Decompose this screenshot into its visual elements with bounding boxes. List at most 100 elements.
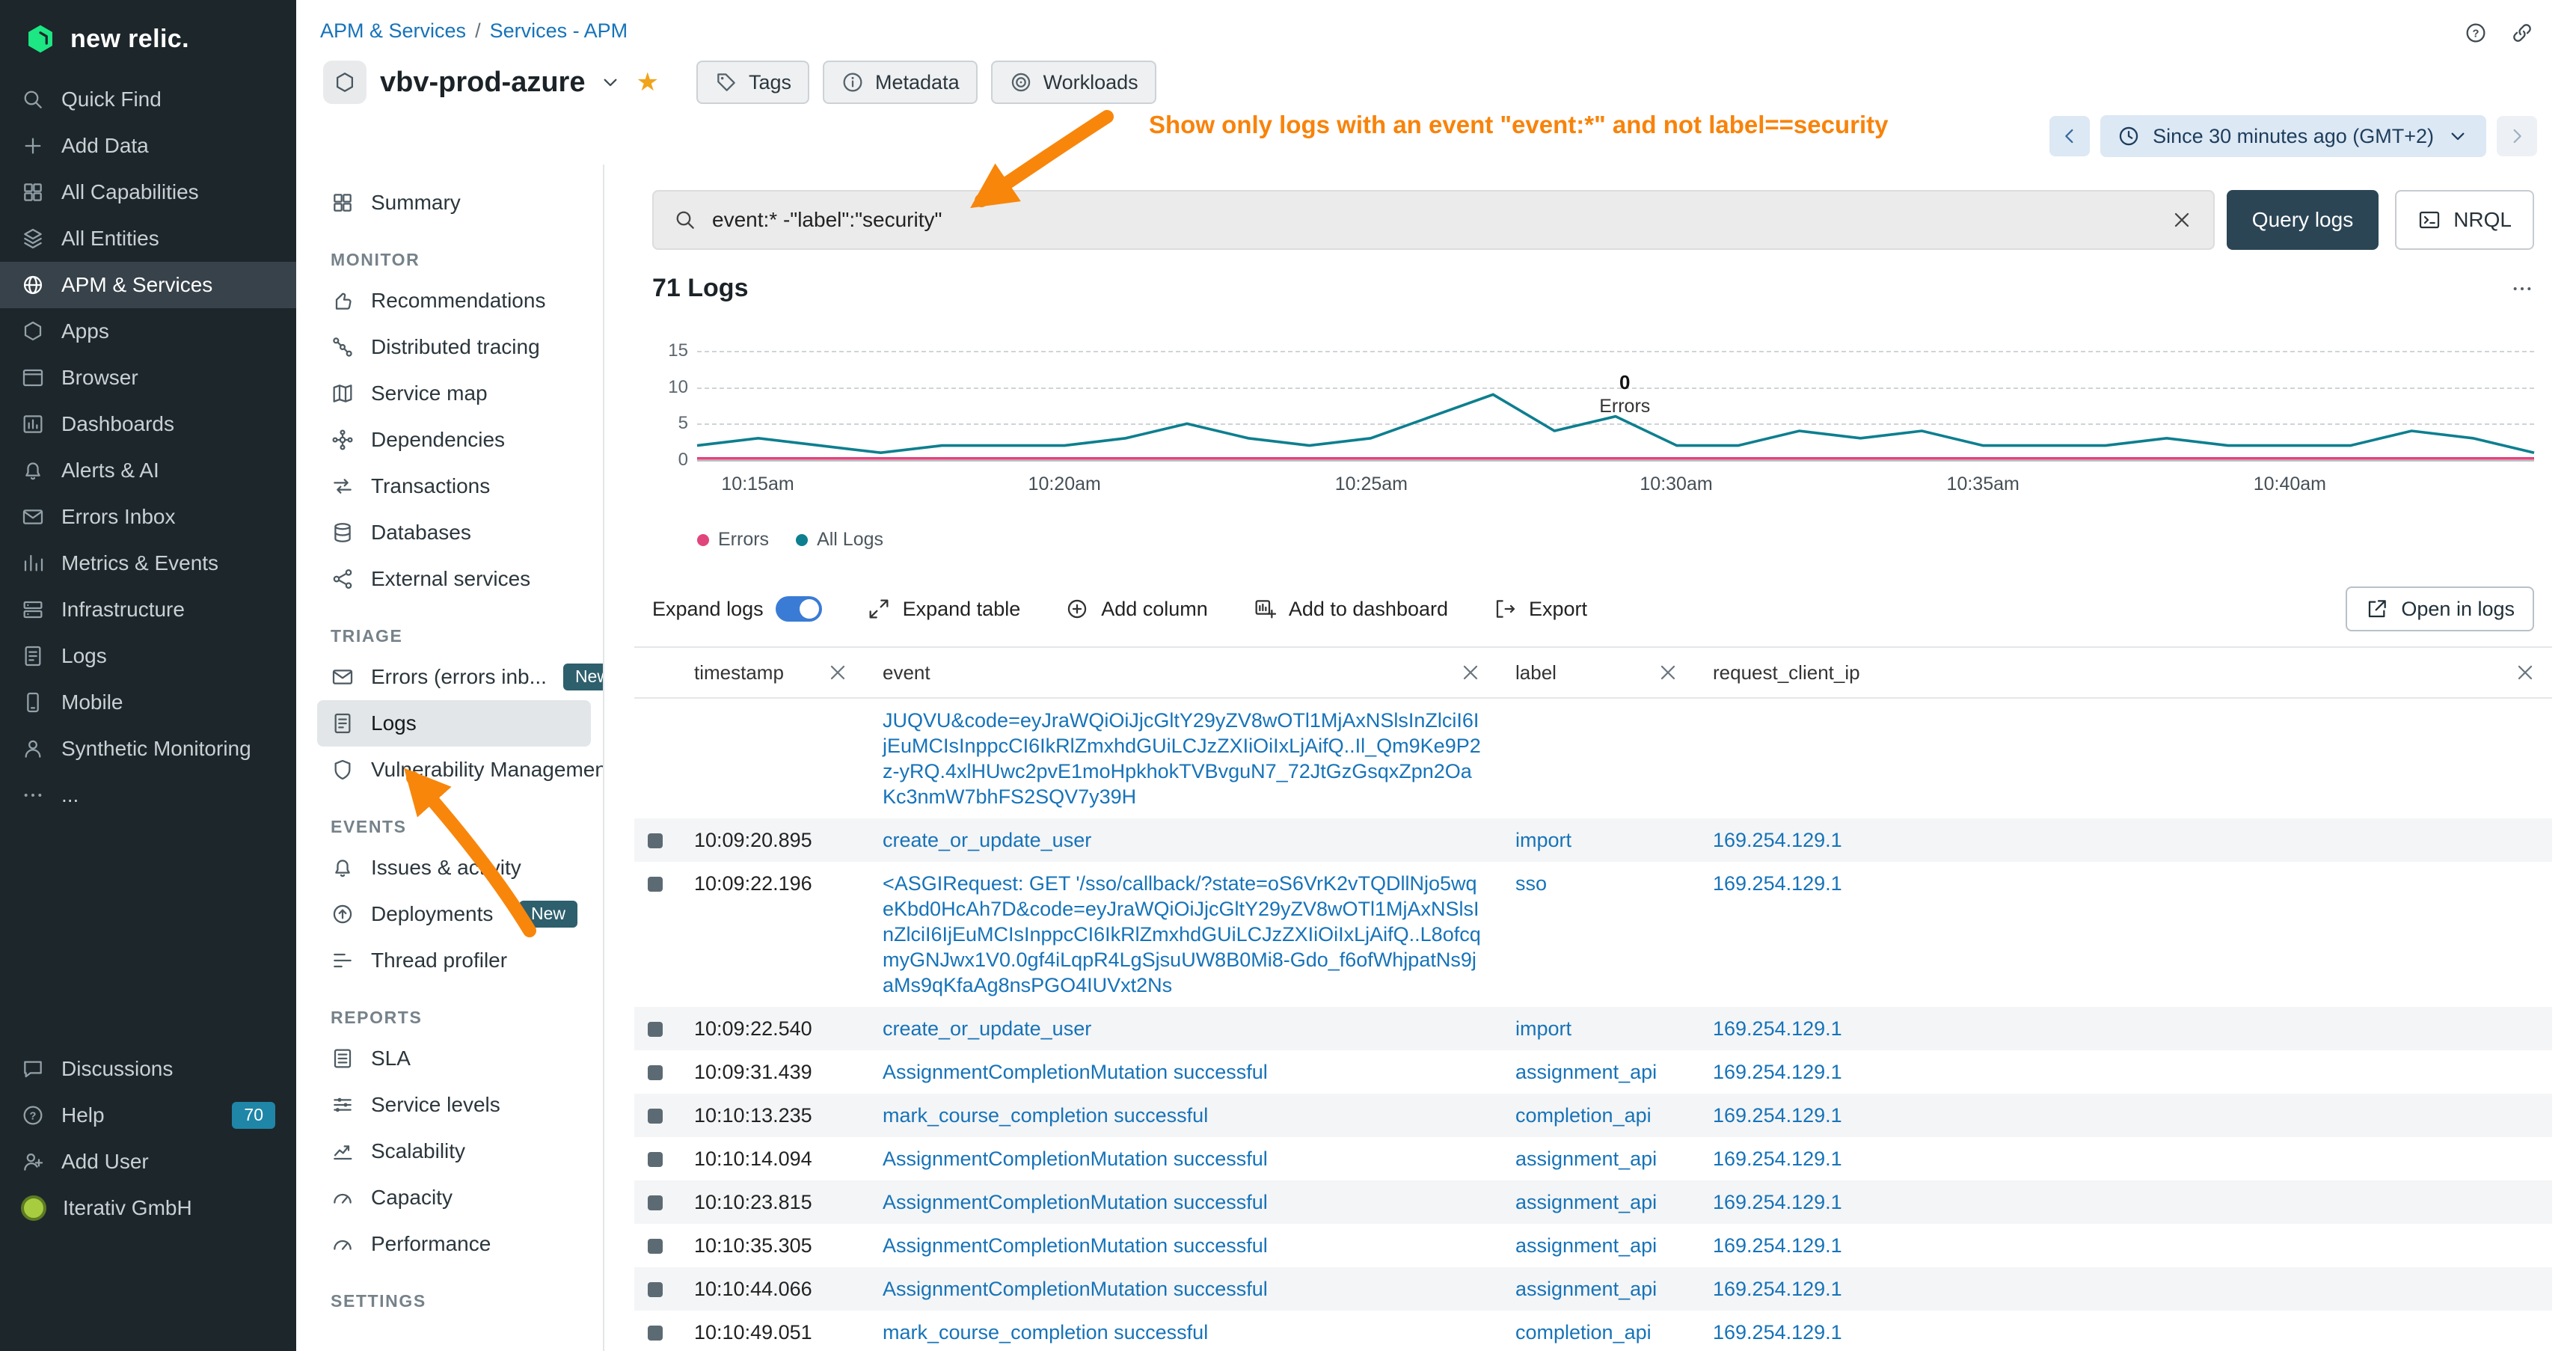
sidebar-item-infrastructure[interactable]: Infrastructure xyxy=(0,586,296,633)
log-ip-link[interactable]: 169.254.129.1 xyxy=(1713,1061,1842,1083)
subnav-item-logs[interactable]: Logs xyxy=(317,700,591,747)
subnav-item-vulnerability-management[interactable]: Vulnerability Management xyxy=(317,747,591,793)
time-back-button[interactable] xyxy=(2049,116,2090,156)
expand-row-icon[interactable] xyxy=(648,877,663,892)
table-row[interactable]: 10:10:49.051mark_course_completion succe… xyxy=(634,1311,2552,1351)
expand-row-icon[interactable] xyxy=(648,1109,663,1124)
remove-column-icon[interactable] xyxy=(1656,661,1680,684)
log-label-link[interactable]: assignment_api xyxy=(1515,1278,1657,1300)
expand-row-icon[interactable] xyxy=(648,1065,663,1080)
add-column-button[interactable]: Add column xyxy=(1065,597,1208,621)
log-label-link[interactable]: import xyxy=(1515,1017,1571,1040)
column-header-label[interactable]: label xyxy=(1497,661,1695,684)
subnav-item-thread-profiler[interactable]: Thread profiler xyxy=(317,937,591,984)
log-event-link[interactable]: create_or_update_user xyxy=(883,829,1091,851)
sidebar-item-apm-services[interactable]: APM & Services xyxy=(0,262,296,308)
sidebar-item-alerts-ai[interactable]: Alerts & AI xyxy=(0,447,296,494)
log-event-link[interactable]: AssignmentCompletionMutation successful xyxy=(883,1061,1268,1083)
legend-item-all-logs[interactable]: All Logs xyxy=(796,529,883,551)
add-to-dashboard-button[interactable]: Add to dashboard xyxy=(1253,597,1448,621)
column-header-event[interactable]: event xyxy=(865,661,1497,684)
subnav-item-sla[interactable]: SLA xyxy=(317,1035,591,1082)
sidebar-item-add-data[interactable]: Add Data xyxy=(0,123,296,169)
subnav-item-summary[interactable]: Summary xyxy=(317,180,591,226)
workloads-button[interactable]: Workloads xyxy=(991,61,1156,104)
help-icon[interactable] xyxy=(2464,21,2488,45)
remove-column-icon[interactable] xyxy=(826,661,850,684)
table-row[interactable]: 10:10:44.066AssignmentCompletionMutation… xyxy=(634,1267,2552,1311)
expand-row-icon[interactable] xyxy=(648,1239,663,1254)
subnav-item-scalability[interactable]: Scalability xyxy=(317,1128,591,1174)
table-row[interactable]: 10:10:35.305AssignmentCompletionMutation… xyxy=(634,1224,2552,1267)
subnav-item-deployments[interactable]: DeploymentsNew xyxy=(317,891,591,937)
log-label-link[interactable]: assignment_api xyxy=(1515,1191,1657,1213)
legend-item-errors[interactable]: Errors xyxy=(697,529,769,551)
sidebar-item-all-capabilities[interactable]: All Capabilities xyxy=(0,169,296,215)
tags-button[interactable]: Tags xyxy=(696,61,809,104)
expand-row-icon[interactable] xyxy=(648,1326,663,1341)
log-event-link[interactable]: AssignmentCompletionMutation successful xyxy=(883,1234,1268,1257)
log-label-link[interactable]: assignment_api xyxy=(1515,1148,1657,1170)
expand-row-icon[interactable] xyxy=(648,833,663,848)
table-row[interactable]: 10:10:23.815AssignmentCompletionMutation… xyxy=(634,1180,2552,1224)
sidebar-item-dashboards[interactable]: Dashboards xyxy=(0,401,296,447)
log-label-link[interactable]: completion_api xyxy=(1515,1321,1652,1344)
subnav-item-service-levels[interactable]: Service levels xyxy=(317,1082,591,1128)
log-ip-link[interactable]: 169.254.129.1 xyxy=(1713,1234,1842,1257)
log-event-link[interactable]: AssignmentCompletionMutation successful xyxy=(883,1278,1268,1300)
remove-column-icon[interactable] xyxy=(1459,661,1482,684)
sidebar-item-errors-inbox[interactable]: Errors Inbox xyxy=(0,494,296,540)
expand-logs-toggle[interactable]: Expand logs xyxy=(652,596,822,622)
sidebar-item-mobile[interactable]: Mobile xyxy=(0,679,296,726)
log-ip-link[interactable]: 169.254.129.1 xyxy=(1713,1017,1842,1040)
sidebar-item-all-entities[interactable]: All Entities xyxy=(0,215,296,262)
remove-column-icon[interactable] xyxy=(2513,661,2537,684)
nrql-button[interactable]: NRQL xyxy=(2395,190,2534,250)
sidebar-item-more[interactable]: ... xyxy=(0,772,296,818)
sidebar-item-help[interactable]: Help70 xyxy=(0,1092,296,1139)
subnav-item-errors-errors-inb[interactable]: Errors (errors inb...New xyxy=(317,654,591,700)
sidebar-item-logs[interactable]: Logs xyxy=(0,633,296,679)
subnav-item-databases[interactable]: Databases xyxy=(317,509,591,556)
log-ip-link[interactable]: 169.254.129.1 xyxy=(1713,1191,1842,1213)
log-ip-link[interactable]: 169.254.129.1 xyxy=(1713,872,1842,895)
new-relic-logo[interactable]: new relic. xyxy=(0,0,296,76)
subnav-item-external-services[interactable]: External services xyxy=(317,556,591,602)
log-ip-link[interactable]: 169.254.129.1 xyxy=(1713,1321,1842,1344)
sidebar-item-discussions[interactable]: Discussions xyxy=(0,1046,296,1092)
query-logs-button[interactable]: Query logs xyxy=(2227,190,2379,250)
log-event-link[interactable]: mark_course_completion successful xyxy=(883,1104,1208,1127)
log-event-link[interactable]: create_or_update_user xyxy=(883,1017,1091,1040)
expand-row-icon[interactable] xyxy=(648,1195,663,1210)
clear-search-icon[interactable] xyxy=(2170,208,2194,232)
log-event-link[interactable]: mark_course_completion successful xyxy=(883,1321,1208,1344)
log-label-link[interactable]: completion_api xyxy=(1515,1104,1652,1127)
expand-table-button[interactable]: Expand table xyxy=(867,597,1021,621)
chevron-down-icon[interactable] xyxy=(598,70,622,94)
log-ip-link[interactable]: 169.254.129.1 xyxy=(1713,1148,1842,1170)
log-event-link[interactable]: AssignmentCompletionMutation successful xyxy=(883,1191,1268,1213)
log-label-link[interactable]: assignment_api xyxy=(1515,1061,1657,1083)
column-header-timestamp[interactable]: timestamp xyxy=(676,661,865,684)
sidebar-item-metrics-events[interactable]: Metrics & Events xyxy=(0,540,296,586)
expand-row-icon[interactable] xyxy=(648,1152,663,1167)
log-event-link[interactable]: JUQVU&code=eyJraWQiOiJjcGltY29yZV8wOTl1M… xyxy=(883,709,1481,808)
subnav-item-distributed-tracing[interactable]: Distributed tracing xyxy=(317,324,591,370)
table-row[interactable]: 10:09:31.439AssignmentCompletionMutation… xyxy=(634,1050,2552,1094)
sidebar-item-synthetic-monitoring[interactable]: Synthetic Monitoring xyxy=(0,726,296,772)
open-in-logs-button[interactable]: Open in logs xyxy=(2346,586,2534,631)
subnav-item-recommendations[interactable]: Recommendations xyxy=(317,278,591,324)
log-label-link[interactable]: sso xyxy=(1515,872,1547,895)
log-event-link[interactable]: <ASGIRequest: GET '/sso/callback/?state=… xyxy=(883,872,1481,996)
sidebar-item-iterativ-gmbh[interactable]: Iterativ GmbH xyxy=(0,1185,296,1231)
log-ip-link[interactable]: 169.254.129.1 xyxy=(1713,1278,1842,1300)
breadcrumb-link-apm-services[interactable]: APM & Services xyxy=(320,19,466,43)
expand-row-icon[interactable] xyxy=(648,1022,663,1037)
time-forward-button[interactable] xyxy=(2497,116,2537,156)
toggle-switch[interactable] xyxy=(776,596,822,622)
expand-row-icon[interactable] xyxy=(648,1282,663,1297)
log-label-link[interactable]: import xyxy=(1515,829,1571,851)
favorite-star-icon[interactable]: ★ xyxy=(636,70,658,95)
sidebar-item-quick-find[interactable]: Quick Find xyxy=(0,76,296,123)
log-event-link[interactable]: AssignmentCompletionMutation successful xyxy=(883,1148,1268,1170)
